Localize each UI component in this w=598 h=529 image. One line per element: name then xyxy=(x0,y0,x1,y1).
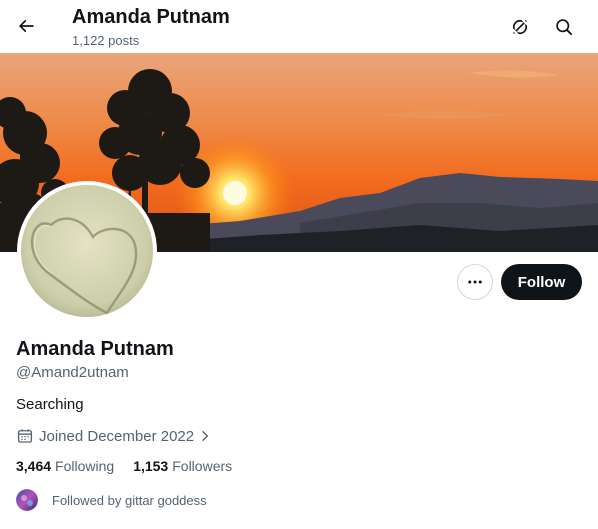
joined-date[interactable]: Joined December 2022 xyxy=(16,426,212,446)
search-button[interactable] xyxy=(546,9,582,45)
search-icon xyxy=(556,19,572,35)
grok-button[interactable] xyxy=(502,9,538,45)
followers-label: Followers xyxy=(172,458,233,474)
arrow-left-icon xyxy=(18,19,34,33)
follow-stats: 3,464 Following 1,153 Followers xyxy=(16,458,251,474)
following-link[interactable]: 3,464 Following xyxy=(16,458,114,474)
user-handle: @Amand2utnam xyxy=(16,364,129,381)
followers-count: 1,153 xyxy=(133,458,169,474)
profile-bio: Searching xyxy=(16,396,84,413)
more-dots-icon xyxy=(468,280,482,284)
display-name: Amanda Putnam xyxy=(16,338,174,360)
calendar-icon xyxy=(16,427,34,445)
joined-label: Joined December 2022 xyxy=(39,427,195,445)
following-label: Following xyxy=(55,458,115,474)
top-bar: Amanda Putnam 1,122 posts xyxy=(0,0,598,53)
followers-link[interactable]: 1,153 Followers xyxy=(133,458,232,474)
grok-off-icon xyxy=(512,19,528,35)
follower-avatar xyxy=(16,489,38,511)
chevron-right-icon xyxy=(198,429,212,443)
back-button[interactable] xyxy=(8,8,44,44)
following-count: 3,464 xyxy=(16,458,52,474)
followed-by-row[interactable]: Followed by gittar goddess xyxy=(16,489,207,511)
followed-by-text: Followed by gittar goddess xyxy=(52,492,207,508)
more-options-button[interactable] xyxy=(457,264,493,300)
profile-avatar[interactable] xyxy=(17,181,157,321)
header-title: Amanda Putnam xyxy=(72,6,230,28)
post-count: 1,122 posts xyxy=(72,33,140,48)
heart-in-sand-image xyxy=(21,185,153,317)
follow-button[interactable]: Follow xyxy=(501,264,582,300)
